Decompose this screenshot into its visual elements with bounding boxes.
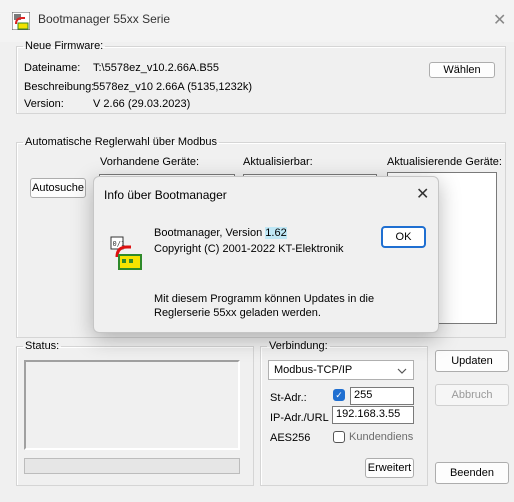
ip-url-label: IP-Adr./URL xyxy=(270,412,329,424)
extended-button-label: Erweitert xyxy=(367,462,412,474)
description-value: 5578ez_v10 2.66A (5135,1232k) xyxy=(93,81,253,93)
progress-bar xyxy=(24,458,240,474)
ok-button[interactable]: OK xyxy=(381,226,426,248)
exit-button-label: Beenden xyxy=(449,467,495,479)
abort-button-label: Abbruch xyxy=(451,389,493,401)
protocol-value: Modbus-TCP/IP xyxy=(274,364,353,376)
ok-button-label: OK xyxy=(395,231,412,243)
filename-label: Dateiname: xyxy=(24,62,81,74)
firmware-legend: Neue Firmware: xyxy=(25,40,104,52)
version-highlight: 1.62 xyxy=(265,227,287,239)
extended-button[interactable]: Erweitert xyxy=(365,458,414,478)
ip-url-input[interactable]: 192.168.3.55 xyxy=(332,406,414,424)
protocol-select[interactable]: Modbus-TCP/IP xyxy=(268,360,414,380)
updating-devices-label: Aktualisierende Geräte: xyxy=(387,156,502,168)
checkmark-icon: ✓ xyxy=(335,390,343,400)
status-legend: Status: xyxy=(25,340,60,352)
about-dialog: Info über Bootmanager ✕ 0/1 Bootmanager,… xyxy=(93,176,439,333)
update-button-label: Updaten xyxy=(451,355,493,367)
bootmanager-app-icon: 0/1 xyxy=(110,236,142,270)
station-address-checkbox[interactable]: ✓ xyxy=(333,389,345,401)
window-title: Bootmanager 55xx Serie xyxy=(38,12,171,26)
connection-legend: Verbindung: xyxy=(269,340,328,352)
version-value: V 2.66 (29.03.2023) xyxy=(93,98,191,110)
updatable-label: Aktualisierbar: xyxy=(243,156,313,168)
autosearch-button[interactable]: Autosuche xyxy=(30,178,86,198)
exit-button[interactable]: Beenden xyxy=(435,462,509,484)
aes-checkbox-label: Kundendiens xyxy=(349,431,414,443)
description-label: Beschreibung: xyxy=(24,81,95,93)
window-close-button[interactable]: ✕ xyxy=(493,10,506,30)
choose-file-button[interactable]: Wählen xyxy=(429,62,495,78)
description-line-1: Mit diesem Programm können Updates in di… xyxy=(154,293,375,305)
station-address-input[interactable]: 255 xyxy=(350,387,414,405)
description-line-2: Reglerserie 55xx geladen werden. xyxy=(154,307,321,319)
version-label: Version: xyxy=(24,98,64,110)
aes-label: AES256 xyxy=(270,432,311,444)
aes-checkbox[interactable] xyxy=(333,431,345,443)
chevron-down-icon xyxy=(397,368,407,374)
autosearch-label: Autosuche xyxy=(32,182,84,194)
dialog-title: Info über Bootmanager xyxy=(104,188,227,202)
update-button[interactable]: Updaten xyxy=(435,350,509,372)
available-devices-label: Vorhandene Geräte: xyxy=(100,156,200,168)
station-address-label: St-Adr.: xyxy=(270,392,307,404)
product-version-line: Bootmanager, Version 1.62 xyxy=(154,227,287,239)
filename-value: T:\5578ez_v10.2.66A.B55 xyxy=(93,62,219,74)
title-bar: Bootmanager 55xx Serie ✕ xyxy=(0,0,514,42)
status-log xyxy=(24,360,240,450)
app-icon xyxy=(12,12,30,30)
abort-button[interactable]: Abbruch xyxy=(435,384,509,406)
copyright-text: Copyright (C) 2001-2022 KT-Elektronik xyxy=(154,243,344,255)
modbus-legend: Automatische Reglerwahl über Modbus xyxy=(25,136,217,148)
dialog-close-button[interactable]: ✕ xyxy=(416,184,429,204)
product-prefix: Bootmanager, Version xyxy=(154,227,266,239)
